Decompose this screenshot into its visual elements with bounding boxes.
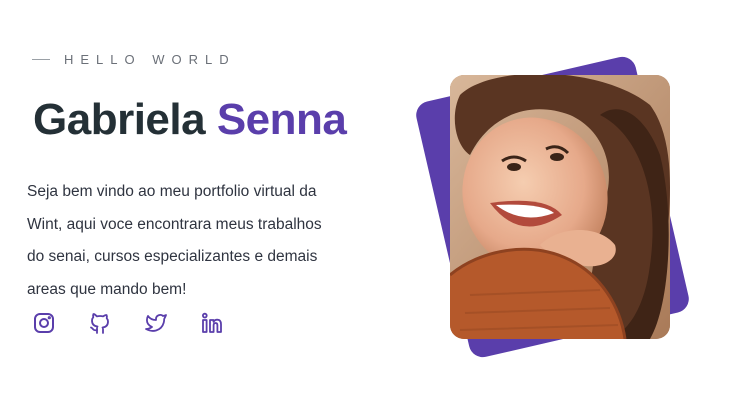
- eyebrow-divider: [32, 59, 50, 60]
- intro-line: Wint, aqui voce encontrara meus trabalho…: [27, 215, 322, 233]
- linkedin-link[interactable]: [200, 311, 224, 335]
- social-links: [32, 311, 256, 335]
- intro-line: areas que mando bem!: [27, 280, 187, 298]
- twitter-icon: [145, 314, 167, 332]
- profile-photo: [450, 75, 670, 339]
- github-icon: [90, 313, 109, 334]
- hero-section: HELLO WORLD Gabriela Senna Seja bem vind…: [0, 0, 737, 410]
- last-name: Senna: [216, 95, 347, 144]
- instagram-link[interactable]: [32, 311, 56, 335]
- intro-line: do senai, cursos especializantes e demai…: [27, 248, 318, 265]
- page-title: Gabriela Senna: [33, 92, 347, 148]
- eyebrow: HELLO WORLD: [32, 52, 236, 67]
- intro-text: Seja bem vindo ao meu portfolio virtual …: [27, 176, 367, 306]
- intro-line: Seja bem vindo ao meu portfolio virtual …: [27, 183, 317, 200]
- profile-photo-frame: [413, 54, 700, 360]
- github-link[interactable]: [88, 311, 112, 335]
- first-name: Gabriela: [33, 95, 206, 144]
- instagram-icon: [34, 313, 54, 333]
- linkedin-icon: [202, 312, 222, 333]
- eyebrow-text: HELLO WORLD: [64, 52, 236, 67]
- twitter-link[interactable]: [144, 311, 168, 335]
